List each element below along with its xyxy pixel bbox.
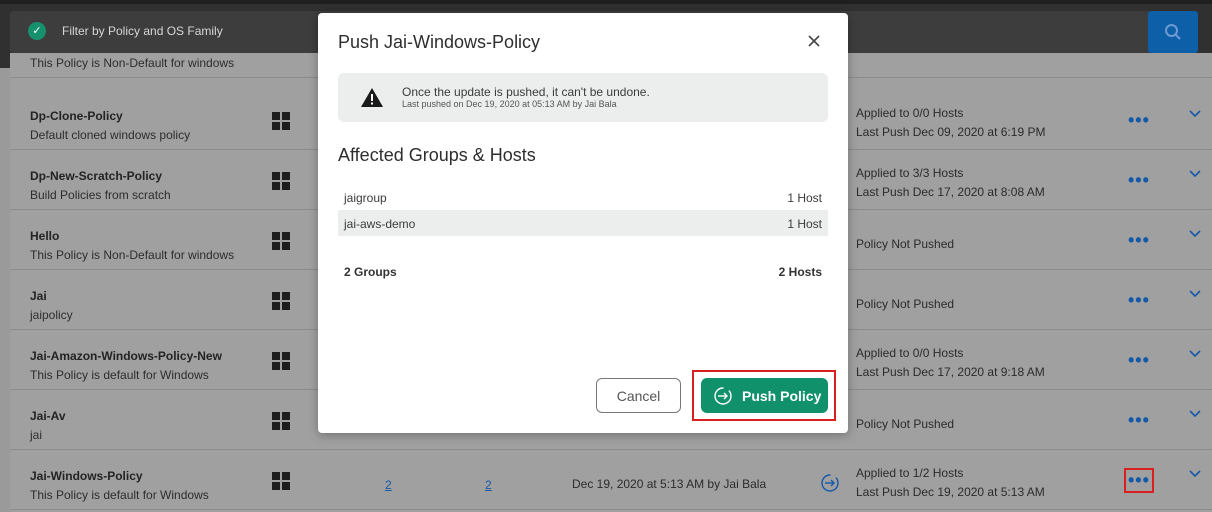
push-status: Policy Not Pushed (856, 297, 955, 311)
chevron-down-icon[interactable] (1188, 109, 1202, 119)
chevron-down-icon[interactable] (1188, 169, 1202, 179)
push-status: Policy Not Pushed (856, 417, 955, 431)
policy-description: Build Policies from scratch (30, 188, 171, 202)
policy-description: jaipolicy (30, 308, 73, 322)
push-policy-modal: Push Jai-Windows-Policy Once the update … (318, 13, 848, 433)
list-item: jaigroup 1 Host (338, 184, 828, 210)
more-icon[interactable]: ••• (1128, 350, 1150, 371)
modal-title: Push Jai-Windows-Policy (338, 32, 541, 52)
close-icon[interactable] (806, 33, 822, 49)
chevron-down-icon[interactable] (1188, 289, 1202, 299)
windows-icon (272, 292, 290, 310)
last-push-status: Last Push Dec 17, 2020 at 9:18 AM (856, 365, 1045, 379)
affected-groups-heading: Affected Groups & Hosts (338, 145, 536, 165)
more-icon[interactable]: ••• (1128, 110, 1150, 131)
policy-name[interactable]: Jai-Av (30, 409, 66, 423)
last-pushed-text: Last pushed on Dec 19, 2020 at 05:13 AM … (402, 99, 617, 109)
windows-icon (272, 112, 290, 130)
policy-description: Default cloned windows policy (30, 128, 191, 142)
cancel-button[interactable]: Cancel (596, 378, 681, 413)
total-hosts: 2 Hosts (778, 265, 822, 279)
groups-count-link[interactable]: 2 (385, 478, 392, 492)
applied-status: Applied to 1/2 Hosts (856, 466, 964, 480)
row-description: This Policy is Non-Default for windows (30, 56, 235, 70)
applied-status: Applied to 0/0 Hosts (856, 106, 964, 120)
more-icon[interactable]: ••• (1128, 170, 1150, 191)
list-item: jai-aws-demo 1 Host (338, 210, 828, 236)
group-host-count: 1 Host (787, 191, 822, 205)
windows-icon (272, 472, 290, 490)
more-icon[interactable]: ••• (1128, 410, 1150, 431)
push-policy-label: Push Policy (742, 388, 822, 404)
policy-name[interactable]: Jai-Amazon-Windows-Policy-New (30, 349, 222, 363)
chevron-down-icon[interactable] (1188, 229, 1202, 239)
policy-name[interactable]: Jai-Windows-Policy (30, 469, 143, 483)
group-host-count: 1 Host (787, 217, 822, 231)
more-icon[interactable]: ••• (1124, 468, 1154, 493)
policy-name[interactable]: Hello (30, 229, 59, 243)
windows-icon (272, 172, 290, 190)
policy-description: This Policy is Non-Default for windows (30, 248, 235, 262)
last-push-status: Last Push Dec 17, 2020 at 8:08 AM (856, 185, 1045, 199)
warning-icon (361, 88, 383, 107)
more-icon[interactable]: ••• (1128, 290, 1150, 311)
push-status: Policy Not Pushed (856, 237, 955, 251)
last-push-status: Last Push Dec 19, 2020 at 5:13 AM (856, 485, 1045, 499)
top-strip (0, 0, 1212, 4)
policy-name[interactable]: Dp-Clone-Policy (30, 109, 123, 123)
chevron-down-icon[interactable] (1188, 349, 1202, 359)
total-groups: 2 Groups (344, 265, 397, 279)
table-row[interactable]: Jai-Windows-Policy This Policy is defaul… (10, 450, 1212, 510)
last-modified: Dec 19, 2020 at 5:13 AM by Jai Bala (572, 477, 767, 491)
group-name: jai-aws-demo (344, 217, 416, 231)
last-push-status: Last Push Dec 09, 2020 at 6:19 PM (856, 125, 1046, 139)
applied-status: Applied to 3/3 Hosts (856, 166, 964, 180)
totals-row: 2 Groups 2 Hosts (338, 265, 828, 283)
push-icon[interactable] (820, 473, 840, 493)
more-icon[interactable]: ••• (1128, 230, 1150, 251)
warning-text: Once the update is pushed, it can't be u… (402, 85, 650, 99)
policy-name[interactable]: Dp-New-Scratch-Policy (30, 169, 162, 183)
chevron-down-icon[interactable] (1188, 409, 1202, 419)
policy-description: jai (30, 428, 43, 442)
push-icon (714, 387, 732, 405)
group-name: jaigroup (344, 191, 387, 205)
policy-description: This Policy is default for Windows (30, 488, 209, 502)
windows-icon (272, 352, 290, 370)
push-policy-button[interactable]: Push Policy (701, 378, 828, 413)
policy-name[interactable]: Jai (30, 289, 47, 303)
windows-icon (272, 412, 290, 430)
applied-status: Applied to 0/0 Hosts (856, 346, 964, 360)
policy-description: This Policy is default for Windows (30, 368, 209, 382)
warning-banner: Once the update is pushed, it can't be u… (338, 73, 828, 122)
hosts-count-link[interactable]: 2 (485, 478, 492, 492)
windows-icon (272, 232, 290, 250)
chevron-down-icon[interactable] (1188, 469, 1202, 479)
